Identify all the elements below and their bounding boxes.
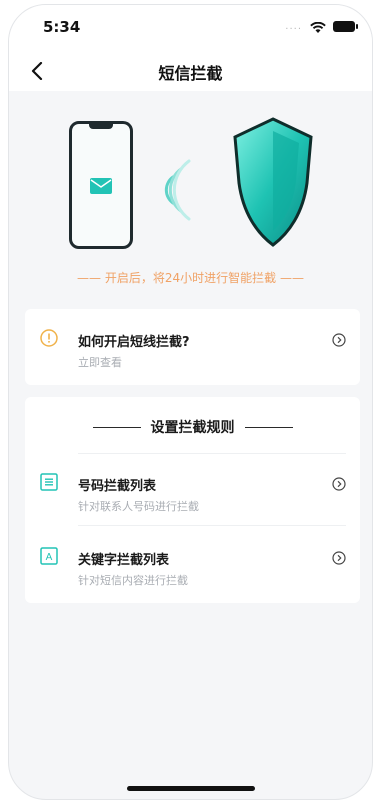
rules-section-title: 设置拦截规则: [25, 417, 360, 437]
nav-bar: 短信拦截: [9, 49, 372, 91]
help-title: 如何开启短线拦截?: [78, 335, 190, 350]
status-time: 5:34: [43, 18, 81, 36]
phone-illustration: [69, 121, 133, 249]
svg-text:A: A: [46, 552, 53, 563]
list-icon: [40, 473, 58, 491]
message-icon: [90, 178, 112, 194]
help-card[interactable]: 如何开启短线拦截? 立即查看: [25, 309, 360, 385]
rules-title: 设置拦截规则: [150, 420, 235, 436]
status-bar: 5:34 ····: [9, 5, 372, 49]
warning-icon: [40, 329, 58, 347]
home-indicator[interactable]: [127, 786, 255, 791]
signal-waves-icon: [164, 159, 191, 221]
help-row[interactable]: 如何开启短线拦截? 立即查看: [25, 309, 360, 379]
rule-desc: 针对联系人号码进行拦截: [78, 500, 199, 513]
shield-icon: [233, 117, 313, 247]
title-line-left: [92, 426, 141, 428]
keyword-a-icon: A: [40, 547, 58, 565]
rule-label: 号码拦截列表: [78, 479, 157, 494]
battery-icon: [333, 21, 358, 32]
help-subtitle: 立即查看: [78, 356, 122, 369]
divider: [78, 525, 346, 526]
chevron-right-circle-icon: [332, 333, 346, 347]
chevron-right-circle-icon: [332, 477, 346, 491]
rules-card: 设置拦截规则 号码拦截列表 针对联系人号码进行拦截 A 关键字拦截列表 针对短信…: [25, 397, 360, 603]
title-line-right: [244, 426, 293, 428]
signal-dots: ····: [285, 24, 302, 35]
rule-desc: 针对短信内容进行拦截: [78, 574, 188, 587]
rule-item-keyword[interactable]: A 关键字拦截列表 针对短信内容进行拦截: [25, 527, 360, 597]
chevron-right-circle-icon: [332, 551, 346, 565]
phone-screen: 5:34 ···· 短信拦截 —— 开启后，将24小时进行智能拦截 —— 如何开…: [8, 4, 373, 800]
wifi-icon: [310, 19, 326, 38]
slogan-text: —— 开启后，将24小时进行智能拦截 ——: [77, 271, 304, 285]
page-title: 短信拦截: [158, 64, 223, 83]
hero-illustration: [9, 105, 372, 275]
rule-item-number[interactable]: 号码拦截列表 针对联系人号码进行拦截: [25, 453, 360, 523]
rule-label: 关键字拦截列表: [78, 553, 170, 568]
